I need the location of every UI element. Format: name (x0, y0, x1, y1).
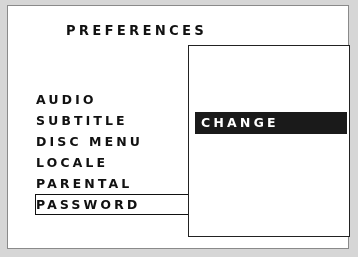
preferences-screen: PREFERENCES AUDIO SUBTITLE DISC MENU LOC… (7, 5, 350, 249)
menu-item-audio[interactable]: AUDIO (35, 89, 190, 110)
menu-item-disc-menu[interactable]: DISC MENU (35, 131, 190, 152)
menu-item-parental[interactable]: PARENTAL (35, 173, 190, 194)
page-title: PREFERENCES (66, 24, 208, 39)
submenu-item-change[interactable]: CHANGE (195, 112, 347, 134)
menu-item-subtitle[interactable]: SUBTITLE (35, 110, 190, 131)
password-submenu-panel: CHANGE (188, 45, 350, 237)
menu-item-locale[interactable]: LOCALE (35, 152, 190, 173)
menu-item-password[interactable]: PASSWORD (35, 194, 190, 215)
preferences-menu: AUDIO SUBTITLE DISC MENU LOCALE PARENTAL… (35, 89, 190, 215)
